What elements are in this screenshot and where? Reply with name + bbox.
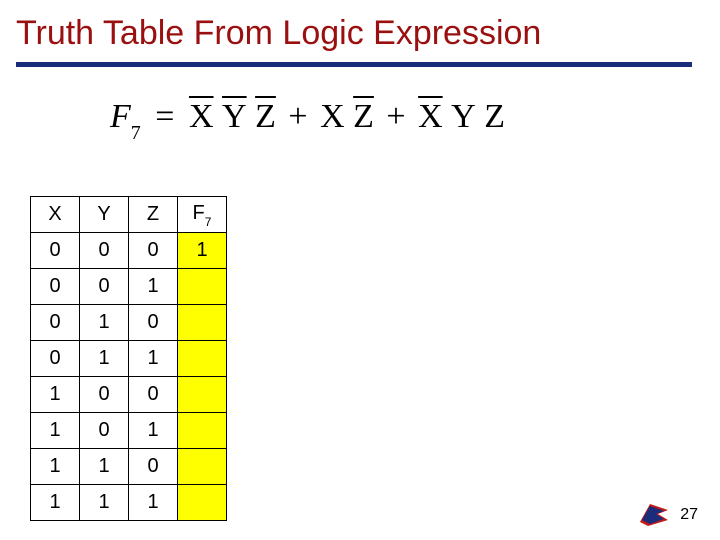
cell-y: 1 [80,485,129,521]
page-title: Truth Table From Logic Expression [16,14,541,53]
table-row: 0 1 0 [31,305,227,341]
title-rule [16,62,692,67]
table-row: 0 1 1 [31,341,227,377]
cell-y: 0 [80,269,129,305]
eq-t2-x: X [320,98,345,135]
cell-z: 1 [129,485,178,521]
eq-lhs-sub: 7 [131,122,141,144]
col-header-x: X [31,197,80,233]
page-number: 27 [680,506,698,524]
table-row: 0 0 1 [31,269,227,305]
cell-x: 1 [31,413,80,449]
eq-t1-ybar: Y [222,98,247,135]
cell-z: 1 [129,269,178,305]
col-header-f: F [193,202,205,224]
slide: Truth Table From Logic Expression F7 = X… [0,0,720,540]
cell-x: 0 [31,305,80,341]
table-row: 1 0 0 [31,377,227,413]
eq-t1-zbar: Z [255,98,276,135]
cell-x: 0 [31,233,80,269]
cell-f [178,377,227,413]
table-row: 1 1 0 [31,449,227,485]
cell-f [178,449,227,485]
flag-icon [638,500,670,528]
cell-f [178,485,227,521]
eq-plus2: + [382,98,409,135]
eq-equals: = [149,98,180,135]
cell-z: 0 [129,377,178,413]
cell-z: 1 [129,413,178,449]
eq-t3-xbar: X [418,98,443,135]
col-header-f7: F7 [178,197,227,233]
col-header-7: 7 [205,215,212,229]
eq-plus1: + [284,98,311,135]
cell-f [178,413,227,449]
cell-z: 0 [129,305,178,341]
table-row: 0 0 0 1 [31,233,227,269]
table-row: 1 0 1 [31,413,227,449]
cell-x: 1 [31,449,80,485]
cell-y: 0 [80,233,129,269]
cell-f [178,305,227,341]
cell-x: 1 [31,485,80,521]
cell-x: 1 [31,377,80,413]
cell-f: 1 [178,233,227,269]
cell-x: 0 [31,341,80,377]
truth-table: X Y Z F7 0 0 0 1 0 0 1 0 1 0 0 1 1 [30,196,227,521]
cell-z: 0 [129,233,178,269]
cell-y: 1 [80,305,129,341]
cell-y: 1 [80,449,129,485]
cell-f [178,341,227,377]
col-header-z: Z [129,197,178,233]
cell-f [178,269,227,305]
eq-t2-zbar: Z [353,98,374,135]
table-row: 1 1 1 [31,485,227,521]
eq-t1-xbar: X [189,98,214,135]
cell-y: 1 [80,341,129,377]
cell-y: 0 [80,413,129,449]
cell-z: 1 [129,341,178,377]
eq-lhs-var: F [110,98,131,135]
cell-y: 0 [80,377,129,413]
eq-t3-z: Z [484,98,505,135]
cell-x: 0 [31,269,80,305]
equation: F7 = X Y Z + X Z + X Y Z [110,98,505,141]
table-header-row: X Y Z F7 [31,197,227,233]
cell-z: 0 [129,449,178,485]
col-header-y: Y [80,197,129,233]
eq-t3-y: Y [451,98,476,135]
